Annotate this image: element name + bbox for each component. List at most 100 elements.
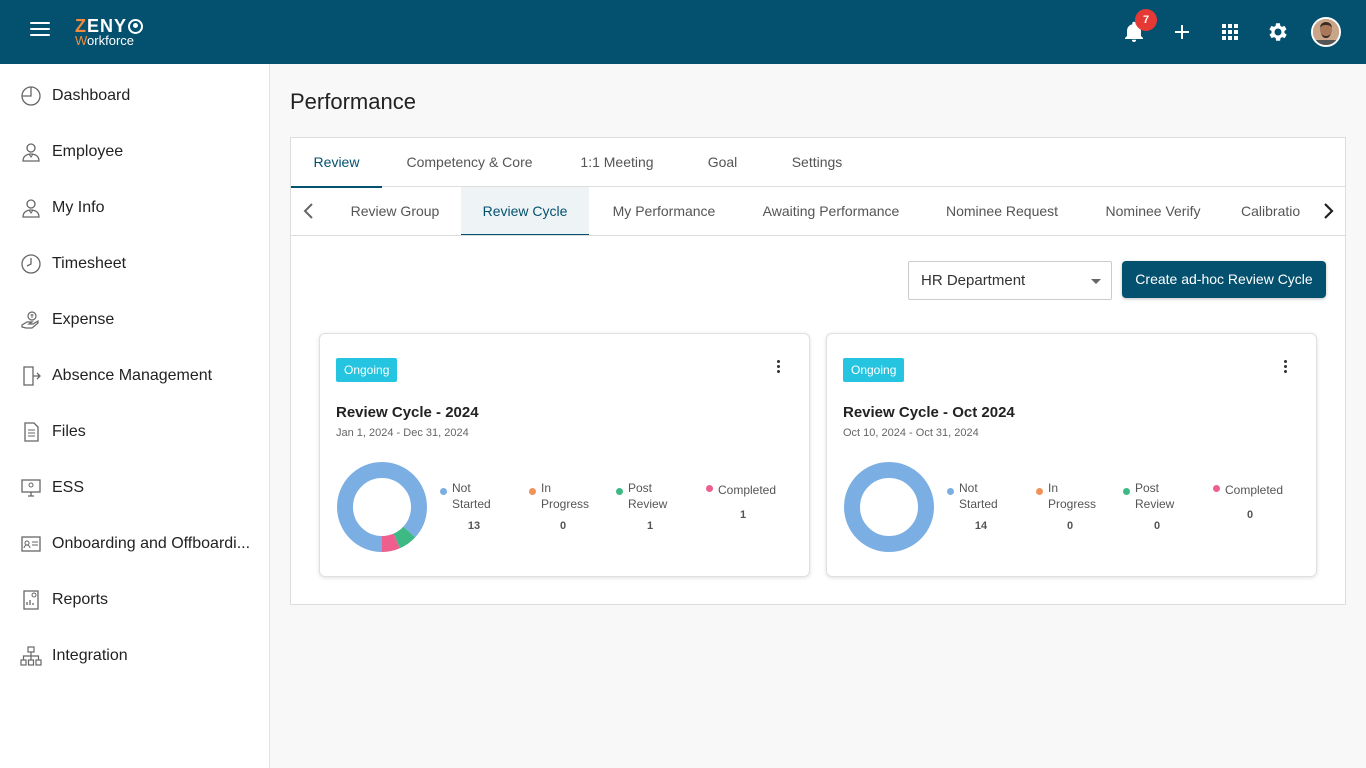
sidebar-item-ess[interactable]: ESS (0, 460, 269, 516)
sidebar-item-label: ESS (52, 479, 85, 496)
review-cycle-card[interactable]: Ongoing Review Cycle - Oct 2024 Oct 10, … (826, 333, 1317, 577)
sidebar-item-expense[interactable]: Expense (0, 292, 269, 348)
tab-nominee-verify[interactable]: Nominee Verify (1093, 187, 1213, 235)
review-cycle-card[interactable]: Ongoing Review Cycle - 2024 Jan 1, 2024 … (319, 333, 810, 577)
legend-count: 13 (467, 520, 481, 532)
department-select[interactable]: HR Department (908, 261, 1112, 300)
card-date-range: Oct 10, 2024 - Oct 31, 2024 (843, 427, 979, 439)
dropdown-caret-icon (1091, 279, 1101, 284)
tab-calibration[interactable]: Calibratio (1241, 187, 1321, 235)
sidebar-item-label: Employee (52, 143, 124, 160)
sidebar-item-label: Files (52, 423, 86, 440)
sidebar-item-dashboard[interactable]: Dashboard (0, 68, 269, 124)
settings-gear-icon[interactable] (1266, 20, 1290, 44)
sidebar-item-label: Timesheet (52, 255, 127, 272)
clock-icon (21, 254, 41, 274)
legend-count: 0 (1153, 520, 1161, 532)
app-logo[interactable]: ZENY Workforce (75, 17, 144, 47)
legend-count: 1 (739, 509, 747, 521)
legend-dot (616, 488, 623, 495)
legend-label: Post Review (1135, 481, 1175, 511)
tab-review[interactable]: Review (291, 138, 382, 188)
id-card-icon (21, 536, 41, 552)
more-options-icon[interactable] (1279, 360, 1291, 376)
sidebar-item-label: Onboarding and Offboardi... (52, 535, 251, 552)
sidebar-item-label: Dashboard (52, 87, 131, 104)
legend-dot (1213, 485, 1220, 492)
tab-awaiting-performance[interactable]: Awaiting Performance (751, 187, 911, 235)
sidebar-item-integration[interactable]: Integration (0, 628, 269, 684)
card-title: Review Cycle - Oct 2024 (843, 404, 1015, 421)
tab-nominee-request[interactable]: Nominee Request (935, 187, 1069, 235)
legend-dot (529, 488, 536, 495)
legend-count: 0 (1246, 509, 1254, 521)
status-badge: Ongoing (336, 358, 398, 382)
my-info-icon (22, 199, 40, 218)
top-navigation-bar: ZENY Workforce 7 (0, 0, 1366, 64)
user-avatar[interactable] (1311, 17, 1341, 47)
sidebar-item-employee[interactable]: Employee (0, 124, 269, 180)
sidebar-item-files[interactable]: Files (0, 404, 269, 460)
legend-dot (440, 488, 447, 495)
tab-review-cycle[interactable]: Review Cycle (461, 187, 589, 235)
status-donut-chart (337, 462, 427, 552)
card-date-range: Jan 1, 2024 - Dec 31, 2024 (336, 427, 469, 439)
apps-grid-icon[interactable] (1218, 20, 1242, 44)
secondary-tabs: Review Group Review Cycle My Performance… (291, 187, 1345, 236)
sidebar-item-timesheet[interactable]: Timesheet (0, 236, 269, 292)
sidebar-item-my-info[interactable]: My Info (0, 180, 269, 236)
sidebar-item-absence-management[interactable]: Absence Management (0, 348, 269, 404)
legend-count: 0 (559, 520, 567, 532)
tab-review-group[interactable]: Review Group (336, 187, 454, 235)
legend-dot (1036, 488, 1043, 495)
legend-label: Completed (718, 483, 777, 497)
legend-dot (1123, 488, 1130, 495)
ess-monitor-icon (21, 479, 41, 497)
sidebar-item-label: My Info (52, 199, 105, 216)
status-badge: Ongoing (843, 358, 905, 382)
file-icon (24, 422, 39, 442)
sidebar-item-label: Reports (52, 591, 109, 608)
legend-dot (947, 488, 954, 495)
chevron-right-icon[interactable] (1318, 201, 1338, 221)
sidebar-item-reports[interactable]: Reports (0, 572, 269, 628)
report-icon (23, 590, 39, 610)
legend-count: 14 (974, 520, 988, 532)
sidebar-item-label: Expense (52, 311, 115, 328)
dashboard-icon (21, 86, 41, 106)
hierarchy-icon (20, 646, 42, 666)
legend-label: Post Review (628, 481, 668, 511)
sidebar: Dashboard Employee My Info Timesheet Exp… (0, 64, 270, 768)
expense-icon (21, 311, 39, 329)
page-title: Performance (290, 89, 416, 114)
employee-icon (22, 143, 40, 162)
legend-label: Completed (1225, 483, 1284, 497)
create-adhoc-review-cycle-button[interactable]: Create ad-hoc Review Cycle (1122, 261, 1326, 298)
tab-one-on-one-meeting[interactable]: 1:1 Meeting (566, 138, 668, 187)
donut-slice-not-started (844, 462, 934, 552)
tab-settings[interactable]: Settings (778, 138, 856, 187)
legend-label: Not Started (452, 481, 491, 511)
more-options-icon[interactable] (772, 360, 784, 376)
legend-count: 1 (646, 520, 654, 532)
hamburger-icon[interactable] (30, 22, 50, 42)
legend-dot (706, 485, 713, 492)
legend-count: 0 (1066, 520, 1074, 532)
card-title: Review Cycle - 2024 (336, 404, 479, 421)
legend-label: In Progress (541, 481, 590, 511)
tab-my-performance[interactable]: My Performance (597, 187, 731, 235)
plus-icon[interactable] (1170, 20, 1194, 44)
tab-competency-core[interactable]: Competency & Core (396, 138, 543, 187)
legend-label: In Progress (1048, 481, 1097, 511)
notification-count-badge[interactable]: 7 (1135, 9, 1157, 31)
legend-label: Not Started (959, 481, 998, 511)
status-donut-chart (844, 462, 934, 552)
exit-door-icon (23, 366, 41, 386)
performance-panel: Review Competency & Core 1:1 Meeting Goa… (290, 137, 1346, 605)
department-select-value: HR Department (921, 272, 1026, 289)
tab-goal[interactable]: Goal (694, 138, 751, 187)
sidebar-item-onboarding[interactable]: Onboarding and Offboardi... (0, 516, 269, 572)
sidebar-item-label: Absence Management (52, 367, 213, 384)
chevron-left-icon[interactable] (299, 201, 319, 221)
sidebar-item-label: Integration (52, 647, 128, 664)
